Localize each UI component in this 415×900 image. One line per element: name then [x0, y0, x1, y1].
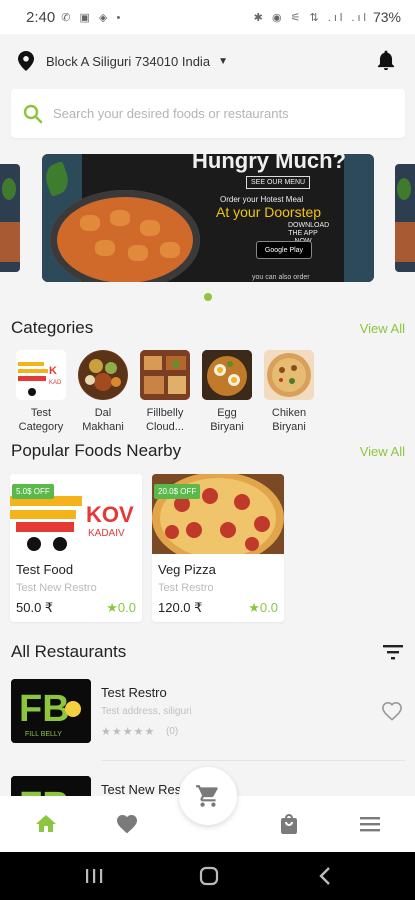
- all-restaurants-title: All Restaurants: [11, 642, 127, 661]
- banner-next-peek[interactable]: [395, 164, 415, 272]
- banner-title: Hungry Much?: [192, 154, 346, 173]
- banner-carousel[interactable]: Hungry Much? SEE OUR MENU Order your Hot…: [0, 154, 415, 284]
- restaurant-name: Test Restro: [101, 685, 167, 700]
- category-thumbnail: K KAD: [16, 350, 66, 400]
- categories-list: K KAD Test Category Dal Makhani Fillbell…: [10, 350, 415, 434]
- category-label: Dal Makhani: [82, 407, 124, 433]
- system-navigation-bar: [0, 852, 415, 900]
- food-logo-text: KOV: [86, 502, 134, 527]
- restaurant-review-count: (0): [166, 726, 179, 737]
- status-time: 2:40: [26, 8, 56, 26]
- categories-view-all-link[interactable]: View All: [360, 321, 405, 336]
- system-icons: ✱ ◉ ⚟ ⇅ .ıl .ıl: [253, 11, 369, 24]
- notification-bell-icon[interactable]: [375, 50, 397, 72]
- food-logo-subtext: KADAIV: [88, 528, 125, 539]
- food-rating: ★0.0: [248, 600, 278, 615]
- carousel-indicator: [204, 293, 212, 301]
- category-thumbnail: [202, 350, 252, 400]
- food-rating: ★0.0: [106, 600, 136, 615]
- restaurant-logo: FB: [11, 776, 91, 796]
- food-name: Veg Pizza: [158, 562, 216, 577]
- category-item[interactable]: K KAD Test Category: [10, 350, 72, 434]
- cart-icon: [196, 785, 218, 807]
- svg-text:K: K: [49, 365, 57, 377]
- search-icon: [23, 104, 43, 123]
- category-label: Fillbelly Cloud...: [146, 407, 184, 433]
- menu-icon[interactable]: [358, 812, 382, 836]
- status-bar: 2:40 ✆ ▣ ◈ • ✱ ◉ ⚟ ⇅ .ıl .ıl 73%: [0, 0, 415, 34]
- search-box[interactable]: [11, 89, 405, 138]
- restaurant-item[interactable]: FB FILL BELLY Test Restro Test address, …: [0, 679, 415, 759]
- food-price: 50.0 ₹: [16, 600, 54, 615]
- banner-prev-peek[interactable]: [0, 164, 20, 272]
- see-menu-button[interactable]: SEE OUR MENU: [246, 176, 311, 189]
- category-label: Test Category: [18, 407, 64, 433]
- svg-text:KAD: KAD: [49, 380, 62, 386]
- category-label: Egg Biryani: [210, 407, 244, 433]
- category-thumbnail: [140, 350, 190, 400]
- all-restaurants-header: All Restaurants: [11, 642, 405, 662]
- chevron-down-icon: ▼: [218, 55, 228, 67]
- discount-badge: 20.0$ OFF: [154, 484, 201, 499]
- category-item[interactable]: Chiken Biryani: [258, 350, 320, 434]
- filter-icon[interactable]: [383, 643, 403, 661]
- category-label: Chiken Biryani: [271, 407, 307, 433]
- popular-foods-title: Popular Foods Nearby: [11, 441, 182, 460]
- promo-banner[interactable]: Hungry Much? SEE OUR MENU Order your Hot…: [42, 154, 374, 282]
- food-card[interactable]: KOV KADAIV 5.0$ OFF Test Food Test New R…: [10, 474, 142, 622]
- category-item[interactable]: Fillbelly Cloud...: [134, 350, 196, 434]
- categories-header: Categories View All: [11, 318, 405, 338]
- banner-footer: you can also order: [252, 274, 310, 281]
- restaurant-logo-text: FB: [19, 688, 70, 730]
- location-selector[interactable]: Block A Siliguri 734010 India ▼: [0, 40, 415, 82]
- popular-foods-list: KOV KADAIV 5.0$ OFF Test Food Test New R…: [10, 474, 294, 622]
- home-icon[interactable]: [34, 812, 58, 836]
- food-bowl-image: [50, 190, 200, 282]
- food-restaurant: Test Restro: [158, 582, 214, 594]
- food-restaurant: Test New Restro: [16, 582, 97, 594]
- category-thumbnail: [78, 350, 128, 400]
- popular-foods-view-all-link[interactable]: View All: [360, 444, 405, 459]
- favorites-heart-icon[interactable]: [115, 812, 139, 836]
- battery-level: 73%: [372, 9, 401, 25]
- back-icon[interactable]: [316, 866, 336, 886]
- google-play-badge[interactable]: Google Play: [256, 241, 312, 259]
- restaurant-logo-text: FB: [19, 785, 70, 796]
- restaurant-logo-subtext: FILL BELLY: [25, 731, 62, 738]
- food-price: 120.0 ₹: [158, 600, 203, 615]
- restaurant-name: Test New Res: [101, 782, 182, 796]
- orders-bag-icon[interactable]: [277, 812, 301, 836]
- category-thumbnail: [264, 350, 314, 400]
- recent-apps-icon[interactable]: [84, 866, 104, 886]
- cart-button[interactable]: [179, 767, 237, 825]
- location-address: Block A Siliguri 734010 India: [46, 53, 211, 69]
- discount-badge: 5.0$ OFF: [12, 484, 54, 499]
- notification-icons: ✆ ▣ ◈ •: [61, 11, 124, 24]
- popular-foods-header: Popular Foods Nearby View All: [11, 441, 405, 461]
- restaurant-address: Test address, siliguri: [101, 706, 192, 717]
- banner-line1: Order your Hotest Meal: [220, 195, 304, 204]
- food-name: Test Food: [16, 562, 74, 577]
- favorite-heart-icon[interactable]: [381, 701, 403, 721]
- list-divider: [101, 760, 405, 761]
- food-card[interactable]: 20.0$ OFF Veg Pizza Test Restro 120.0 ₹ …: [152, 474, 284, 622]
- category-item[interactable]: Egg Biryani: [196, 350, 258, 434]
- restaurant-logo: FB FILL BELLY: [11, 679, 91, 743]
- categories-title: Categories: [11, 318, 94, 337]
- search-input[interactable]: [53, 106, 373, 121]
- location-pin-icon: [18, 51, 34, 71]
- restaurant-rating-stars: ★★★★★: [101, 726, 156, 738]
- banner-line2: At your Doorstep: [216, 204, 322, 220]
- category-item[interactable]: Dal Makhani: [72, 350, 134, 434]
- home-system-icon[interactable]: [199, 866, 219, 886]
